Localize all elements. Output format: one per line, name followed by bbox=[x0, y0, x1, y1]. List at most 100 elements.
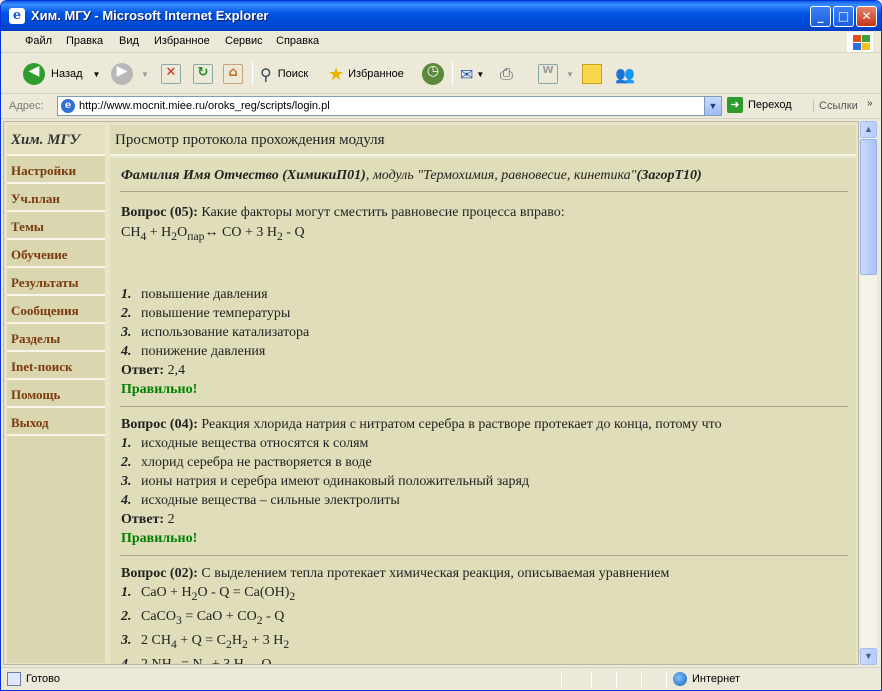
option-text: хлорид серебра не растворяется в воде bbox=[141, 455, 372, 470]
scroll-thumb[interactable] bbox=[860, 139, 877, 275]
option: 1. исходные вещества относятся к солям bbox=[121, 436, 368, 452]
option: 3. использование катализатора bbox=[121, 325, 309, 341]
home-button[interactable]: ⌂ bbox=[223, 61, 243, 87]
page-status-icon bbox=[7, 672, 21, 686]
sidebar-item-exit[interactable]: Выход bbox=[7, 410, 105, 436]
sidebar-item-settings[interactable]: Настройки bbox=[7, 158, 105, 184]
stop-button[interactable]: ✕ bbox=[161, 61, 181, 87]
sidebar-item-sections[interactable]: Разделы bbox=[7, 326, 105, 352]
option: 3. 2 CH4 + Q = C2H2 + 3 H2 bbox=[121, 633, 290, 651]
forward-dropdown-icon[interactable]: ▼ bbox=[141, 70, 149, 79]
scroll-up-icon[interactable]: ▲ bbox=[860, 121, 877, 138]
sidebar: Хим. МГУ Настройки Уч.план Темы Обучение… bbox=[7, 125, 105, 663]
equation-05: CH4 + H2Oпар↔ CO + 3 H2 - Q bbox=[121, 225, 305, 243]
internet-zone-icon bbox=[673, 672, 687, 686]
go-arrow-icon: ➜ bbox=[727, 97, 743, 113]
refresh-icon: ↻ bbox=[193, 64, 213, 84]
home-icon: ⌂ bbox=[223, 64, 243, 84]
links-chevron-icon[interactable]: » bbox=[867, 98, 873, 109]
sidebar-item-results[interactable]: Результаты bbox=[7, 270, 105, 296]
mail-button[interactable]: ✉ ▼ bbox=[460, 61, 484, 87]
mail-dropdown-icon[interactable]: ▼ bbox=[476, 70, 484, 79]
messenger-button[interactable]: 👥 bbox=[615, 61, 635, 87]
option-number: 2. bbox=[121, 306, 132, 321]
forward-button[interactable]: ▶ ▼ bbox=[111, 61, 149, 87]
option-number: 4. bbox=[121, 657, 132, 665]
divider bbox=[120, 191, 848, 192]
option-text: повышение температуры bbox=[141, 306, 291, 321]
print-button[interactable]: ⎙ bbox=[500, 61, 513, 87]
question-text: Вопрос (02): С выделением тепла протекае… bbox=[121, 566, 669, 582]
menu-bar: Файл Правка Вид Избранное Сервис Справка bbox=[1, 31, 881, 53]
window-title: Хим. МГУ - Microsoft Internet Explorer bbox=[31, 8, 269, 23]
vertical-scrollbar[interactable]: ▲ ▼ bbox=[860, 121, 877, 665]
sidebar-item-topics[interactable]: Темы bbox=[7, 214, 105, 240]
status-text: Готово bbox=[26, 673, 60, 685]
search-label: Поиск bbox=[277, 68, 309, 80]
history-button[interactable]: ◷ bbox=[422, 61, 444, 87]
module-name: , модуль "Термохимия, равновесие, кинети… bbox=[365, 168, 637, 183]
option: 4. исходные вещества – сильные электролит… bbox=[121, 493, 400, 509]
menu-file[interactable]: Файл bbox=[25, 35, 52, 47]
option: 2. CaCO3 = CaO + CO2 - Q bbox=[121, 609, 285, 627]
edit-button[interactable]: W ▼ bbox=[538, 61, 574, 87]
windows-logo-icon bbox=[847, 32, 873, 52]
ie-icon: e bbox=[9, 8, 25, 24]
links-button[interactable]: Ссылки bbox=[813, 100, 858, 112]
answer-value: 2 bbox=[167, 512, 175, 527]
divider bbox=[120, 555, 848, 556]
option: 4.2 NH3 = N2 + 3 H2 - Q bbox=[121, 657, 272, 665]
favorites-button[interactable]: ★ Избранное bbox=[328, 61, 404, 87]
option-number: 4. bbox=[121, 493, 132, 508]
page-content: Хим. МГУ Настройки Уч.план Темы Обучение… bbox=[3, 121, 859, 665]
sidebar-item-inet-search[interactable]: Inet-поиск bbox=[7, 354, 105, 380]
question-label: Вопрос (02): bbox=[121, 566, 198, 581]
search-button[interactable]: ⚲ Поиск bbox=[260, 61, 308, 87]
question-text: Вопрос (04): Реакция хлорида натрия с ни… bbox=[121, 417, 722, 433]
question-text: Вопрос (05): Какие факторы могут сместит… bbox=[121, 205, 565, 221]
edit-dropdown-icon[interactable]: ▼ bbox=[566, 70, 574, 79]
option-text: использование катализатора bbox=[141, 325, 310, 340]
back-arrow-icon: ◀ bbox=[23, 63, 45, 85]
search-icon: ⚲ bbox=[260, 64, 272, 84]
sidebar-item-plan[interactable]: Уч.план bbox=[7, 186, 105, 212]
scroll-down-icon[interactable]: ▼ bbox=[860, 648, 877, 665]
title-bar[interactable]: e Хим. МГУ - Microsoft Internet Explorer… bbox=[1, 1, 881, 31]
address-url: http://www.mocnit.miee.ru/oroks_reg/scri… bbox=[79, 100, 330, 112]
sidebar-item-help[interactable]: Помощь bbox=[7, 382, 105, 408]
history-icon: ◷ bbox=[422, 63, 444, 85]
menu-view[interactable]: Вид bbox=[119, 35, 139, 47]
sidebar-item-messages[interactable]: Сообщения bbox=[7, 298, 105, 324]
correct-badge: Правильно! bbox=[121, 531, 198, 546]
refresh-button[interactable]: ↻ bbox=[193, 61, 213, 87]
sidebar-item-learning[interactable]: Обучение bbox=[7, 242, 105, 268]
answer-value: 2,4 bbox=[167, 363, 186, 378]
close-button[interactable]: ✕ bbox=[856, 6, 877, 27]
stop-icon: ✕ bbox=[161, 64, 181, 84]
status-bar: Готово Интернет bbox=[1, 667, 881, 690]
option-number: 2. bbox=[121, 609, 132, 624]
address-dropdown-icon[interactable]: ▼ bbox=[704, 97, 721, 115]
option-number: 3. bbox=[121, 325, 132, 340]
minimize-button[interactable]: _ bbox=[810, 6, 831, 27]
question-label: Вопрос (04): bbox=[121, 417, 198, 432]
menu-help[interactable]: Справка bbox=[276, 35, 319, 47]
menu-tools[interactable]: Сервис bbox=[225, 35, 263, 47]
option-text: повышение давления bbox=[141, 287, 268, 302]
note-icon bbox=[582, 64, 602, 84]
address-input[interactable]: e http://www.mocnit.miee.ru/oroks_reg/sc… bbox=[57, 96, 722, 116]
star-icon: ★ bbox=[328, 63, 345, 85]
menu-edit[interactable]: Правка bbox=[66, 35, 103, 47]
option-text: ионы натрия и серебра имеют одинаковый п… bbox=[141, 474, 530, 489]
option-text: исходные вещества относятся к солям bbox=[141, 436, 369, 451]
discuss-button[interactable] bbox=[582, 61, 602, 87]
back-button[interactable]: ◀ Назад ▼ bbox=[23, 61, 100, 87]
word-icon: W bbox=[538, 64, 558, 84]
menu-favorites[interactable]: Избранное bbox=[154, 35, 210, 47]
forward-arrow-icon: ▶ bbox=[111, 63, 133, 85]
answer: Ответ: 2 bbox=[121, 512, 175, 528]
maximize-button[interactable]: □ bbox=[833, 6, 854, 27]
option-number: 1. bbox=[121, 287, 132, 302]
go-button[interactable]: ➜ Переход bbox=[727, 97, 792, 113]
back-dropdown-icon[interactable]: ▼ bbox=[93, 70, 101, 79]
